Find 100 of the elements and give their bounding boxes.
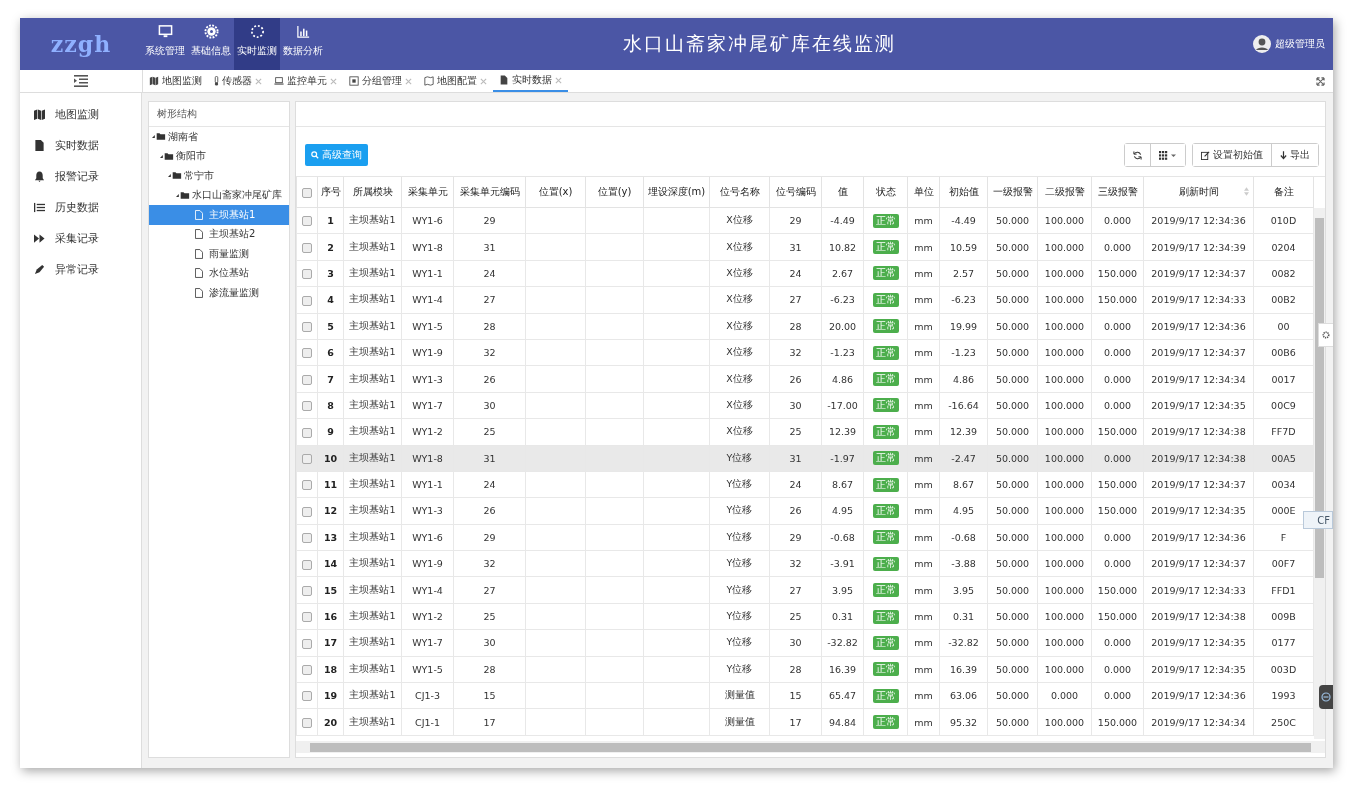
sidebar-item[interactable]: 采集记录 bbox=[20, 223, 141, 254]
settings-tab[interactable] bbox=[1318, 323, 1333, 347]
column-header[interactable]: 二级报警 bbox=[1037, 177, 1092, 208]
sidebar-item[interactable]: 实时数据 bbox=[20, 130, 141, 161]
table-cell: 94.84 bbox=[821, 708, 864, 736]
column-header[interactable]: 所属模块 bbox=[343, 177, 402, 208]
tree-node[interactable]: 水口山斋家冲尾矿库 bbox=[149, 185, 289, 205]
column-header[interactable]: 刷新时间 bbox=[1143, 177, 1254, 208]
column-header[interactable]: 位号编码 bbox=[769, 177, 822, 208]
column-header[interactable]: 状态 bbox=[863, 177, 908, 208]
tree-node[interactable]: 衡阳市 bbox=[149, 146, 289, 166]
tab[interactable]: 分组管理 bbox=[343, 70, 418, 92]
table-cell: 28 bbox=[769, 656, 822, 683]
table-cell: 29 bbox=[769, 207, 822, 234]
checkbox[interactable] bbox=[302, 480, 312, 491]
tab[interactable]: 地图配置 bbox=[418, 70, 493, 92]
checkbox[interactable] bbox=[302, 427, 312, 438]
tree-node[interactable]: 主坝基站2 bbox=[149, 224, 289, 244]
horizontal-scrollbar[interactable] bbox=[296, 741, 1325, 753]
column-header[interactable]: 一级报警 bbox=[987, 177, 1038, 208]
tab[interactable]: 地图监测 bbox=[143, 70, 208, 92]
checkbox[interactable] bbox=[302, 506, 312, 517]
checkbox[interactable] bbox=[302, 242, 312, 253]
column-header[interactable]: 值 bbox=[821, 177, 864, 208]
close-icon[interactable] bbox=[405, 77, 412, 85]
table-cell: -0.68 bbox=[821, 524, 864, 551]
table-cell: 2019/9/17 12:34:37 bbox=[1143, 471, 1254, 498]
avatar-icon[interactable] bbox=[1253, 35, 1271, 53]
file-icon bbox=[195, 268, 203, 279]
table-cell: CJ1-3 bbox=[401, 682, 454, 709]
column-header[interactable]: 序号 bbox=[317, 177, 344, 208]
tab[interactable]: 监控单元 bbox=[268, 70, 343, 92]
columns-button[interactable] bbox=[1150, 144, 1185, 166]
close-icon[interactable] bbox=[555, 76, 562, 84]
table-cell: 26 bbox=[769, 497, 822, 525]
table-cell: 150.000 bbox=[1091, 418, 1144, 445]
column-header[interactable]: 位号名称 bbox=[709, 177, 770, 208]
checkbox[interactable] bbox=[302, 322, 312, 332]
table-cell: 50.000 bbox=[987, 656, 1038, 683]
table-cell: 0034 bbox=[1253, 471, 1314, 498]
checkbox[interactable] bbox=[302, 559, 312, 570]
nav-item[interactable]: 实时监测 bbox=[234, 18, 280, 70]
sidebar-item[interactable]: 地图监测 bbox=[20, 99, 141, 130]
tab[interactable]: 传感器 bbox=[208, 70, 268, 92]
sidebar-item[interactable]: 报警记录 bbox=[20, 161, 141, 192]
checkbox[interactable] bbox=[302, 585, 312, 596]
close-icon[interactable] bbox=[330, 77, 337, 85]
column-header[interactable]: 备注 bbox=[1253, 177, 1314, 208]
table-cell: 100.000 bbox=[1037, 524, 1092, 551]
tree-node[interactable]: 水位基站 bbox=[149, 263, 289, 283]
table-cell: 2019/9/17 12:34:33 bbox=[1143, 286, 1254, 314]
checkbox[interactable] bbox=[302, 638, 312, 649]
menu-icon[interactable] bbox=[74, 75, 88, 87]
table-cell: 12.39 bbox=[821, 418, 864, 445]
table-cell: X位移 bbox=[709, 286, 770, 314]
checkbox[interactable] bbox=[302, 401, 312, 412]
checkbox[interactable] bbox=[302, 691, 312, 702]
table-cell: Y位移 bbox=[709, 629, 770, 657]
table-cell: 8 bbox=[317, 392, 344, 419]
checkbox[interactable] bbox=[302, 612, 312, 623]
column-header[interactable]: 三级报警 bbox=[1091, 177, 1144, 208]
column-header[interactable]: 位置(y) bbox=[585, 177, 644, 208]
checkbox[interactable] bbox=[302, 187, 312, 198]
checkbox[interactable] bbox=[302, 216, 312, 227]
column-header[interactable]: 单位 bbox=[907, 177, 940, 208]
tree-node[interactable]: 雨量监测 bbox=[149, 244, 289, 264]
table-cell: WY1-9 bbox=[401, 550, 454, 577]
settings-icon[interactable] bbox=[1322, 331, 1330, 339]
tree-node[interactable]: 渗流量监测 bbox=[149, 283, 289, 303]
fullscreen-icon[interactable] bbox=[1316, 76, 1325, 86]
checkbox[interactable] bbox=[302, 269, 312, 280]
side-tab[interactable]: CF bbox=[1303, 511, 1333, 529]
checkbox[interactable] bbox=[302, 717, 312, 728]
table-cell: 2019/9/17 12:34:37 bbox=[1143, 260, 1254, 287]
sort-icon[interactable] bbox=[1244, 187, 1249, 196]
checkbox[interactable] bbox=[302, 374, 312, 385]
column-header[interactable]: 采集单元编码 bbox=[453, 177, 526, 208]
close-icon[interactable] bbox=[480, 77, 487, 85]
tree-node[interactable]: 常宁市 bbox=[149, 166, 289, 186]
close-icon[interactable] bbox=[255, 77, 262, 85]
sidebar-item[interactable]: 异常记录 bbox=[20, 254, 141, 285]
checkbox[interactable] bbox=[302, 295, 312, 306]
checkbox[interactable] bbox=[302, 453, 312, 464]
nav-item[interactable]: 数据分析 bbox=[280, 18, 326, 70]
tree-node[interactable]: 湖南省 bbox=[149, 127, 289, 147]
table-cell: 150.000 bbox=[1091, 286, 1144, 314]
table-cell: 8.67 bbox=[821, 471, 864, 498]
nav-item[interactable]: 基础信息 bbox=[188, 18, 234, 70]
sidebar-item[interactable]: 历史数据 bbox=[20, 192, 141, 223]
column-header[interactable]: 埋设深度(m) bbox=[643, 177, 710, 208]
column-header[interactable]: 采集单元 bbox=[401, 177, 454, 208]
nav-item[interactable]: 系统管理 bbox=[142, 18, 188, 70]
checkbox[interactable] bbox=[302, 348, 312, 359]
column-header[interactable]: 初始值 bbox=[939, 177, 988, 208]
export-button[interactable]: 导出 bbox=[1271, 144, 1318, 166]
chat-icon[interactable] bbox=[1319, 685, 1333, 709]
column-header[interactable]: 位置(x) bbox=[525, 177, 586, 208]
user-name[interactable]: 超级管理员 bbox=[1275, 37, 1325, 51]
checkbox[interactable] bbox=[302, 533, 312, 544]
checkbox[interactable] bbox=[302, 665, 312, 676]
